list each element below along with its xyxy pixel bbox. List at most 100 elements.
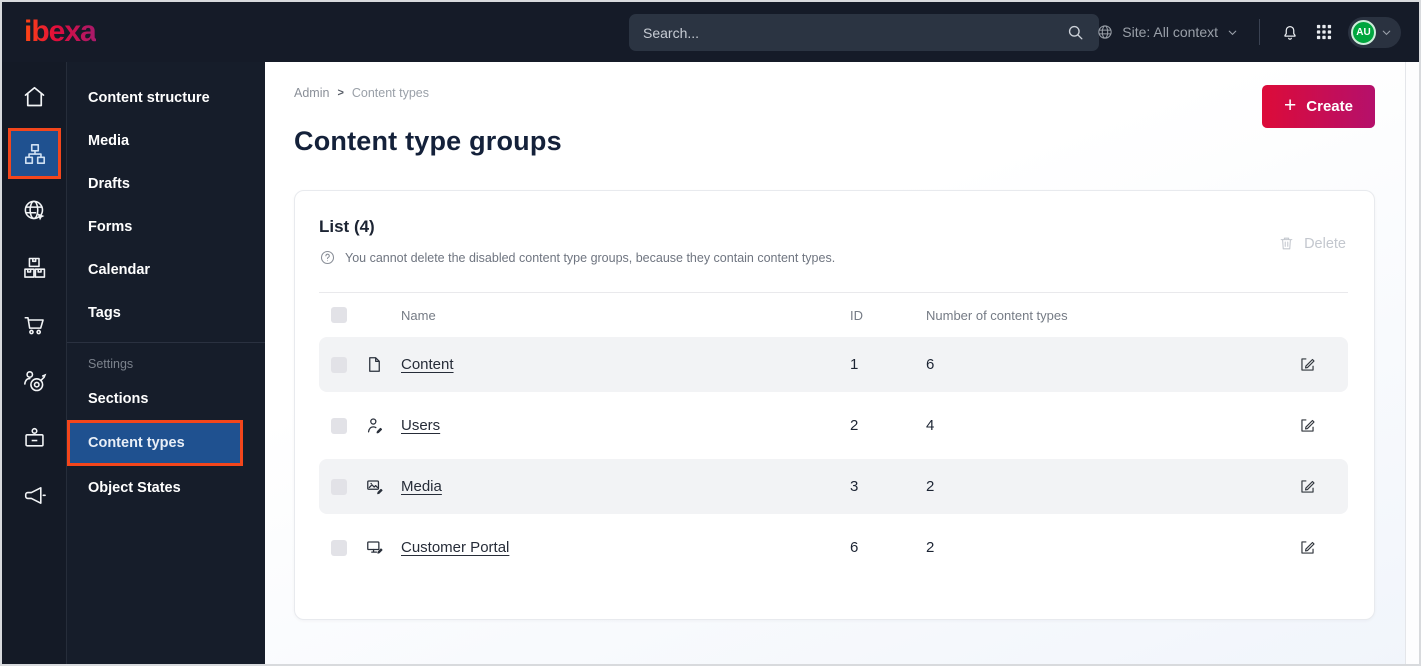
- scrollbar-track[interactable]: [1405, 62, 1419, 664]
- edit-icon: [1301, 358, 1315, 371]
- table-row: Media 3 2: [319, 459, 1348, 514]
- create-button-label: Create: [1306, 98, 1353, 115]
- column-header-count: Number of content types: [926, 307, 1068, 323]
- table-row: Users 2 4: [319, 398, 1348, 453]
- monitor-icon: [367, 541, 383, 554]
- rail-item-home[interactable]: [2, 68, 67, 125]
- group-id: 6: [850, 539, 859, 556]
- edit-button[interactable]: [1298, 536, 1322, 560]
- app-grid-icon[interactable]: [1314, 22, 1334, 42]
- rail-item-product-catalog[interactable]: [2, 239, 67, 296]
- edit-button[interactable]: [1298, 475, 1322, 499]
- sidebar-item-sections[interactable]: Sections: [67, 377, 265, 420]
- rail-item-personalization[interactable]: [2, 353, 67, 410]
- table-row: Customer Portal 6 2: [319, 520, 1348, 575]
- avatar: AU: [1351, 19, 1376, 45]
- home-icon: [24, 86, 45, 107]
- column-header-name: Name: [401, 307, 436, 323]
- breadcrumb-admin[interactable]: Admin: [294, 86, 329, 100]
- content-structure-highlight: [8, 128, 61, 179]
- list-info-text: You cannot delete the disabled content t…: [345, 250, 836, 265]
- topbar-divider: [1259, 19, 1260, 45]
- user-icon: [367, 418, 383, 434]
- group-link[interactable]: Customer Portal: [401, 539, 509, 556]
- product-catalog-icon: [24, 257, 46, 278]
- site-globe-cursor-icon: [24, 200, 45, 221]
- row-checkbox[interactable]: [331, 539, 347, 556]
- shopping-cart-icon: [24, 316, 44, 335]
- sidebar-item-object-states[interactable]: Object States: [67, 466, 265, 509]
- chevron-down-icon: [1382, 30, 1391, 35]
- rail-item-marketing[interactable]: [2, 467, 67, 524]
- create-button[interactable]: + Create: [1262, 85, 1375, 128]
- sidebar-item-calendar[interactable]: Calendar: [67, 248, 265, 291]
- personalization-target-icon: [24, 371, 47, 392]
- column-header-id: ID: [850, 307, 863, 323]
- table-header: Name ID Number of content types: [319, 293, 1348, 337]
- group-id: 1: [850, 356, 859, 373]
- app-window: ibexa Site: All context AU: [0, 0, 1421, 666]
- row-checkbox[interactable]: [331, 356, 347, 373]
- edit-icon: [1301, 541, 1315, 554]
- search-icon: [1068, 25, 1083, 40]
- row-checkbox[interactable]: [331, 417, 347, 434]
- rail-item-admin[interactable]: [2, 410, 67, 467]
- group-id: 3: [850, 478, 859, 495]
- site-context-selector[interactable]: Site: All context: [1096, 23, 1239, 41]
- sidebar-item-tags[interactable]: Tags: [67, 291, 265, 334]
- edit-button[interactable]: [1298, 353, 1322, 377]
- edit-icon: [1301, 480, 1315, 493]
- edit-icon: [1301, 419, 1315, 432]
- rail-item-commerce[interactable]: [2, 296, 67, 353]
- megaphone-icon: [24, 487, 46, 504]
- ibexa-logo[interactable]: ibexa: [24, 15, 97, 49]
- content-type-groups-card: List (4) You cannot delete the disabled …: [294, 190, 1375, 620]
- sidebar-item-content-types[interactable]: Content types: [67, 420, 243, 466]
- content-structure-icon: [24, 143, 45, 164]
- group-count: 2: [926, 539, 935, 556]
- sidebar-section-settings: Settings: [88, 357, 134, 371]
- page-title: Content type groups: [294, 126, 562, 156]
- group-count: 2: [926, 478, 935, 495]
- select-all-checkbox[interactable]: [331, 307, 347, 323]
- chevron-down-icon: [1228, 30, 1237, 35]
- list-title: List (4): [319, 217, 375, 236]
- trash-icon: [1280, 237, 1293, 250]
- notifications-bell-icon[interactable]: [1280, 22, 1300, 42]
- row-checkbox[interactable]: [331, 478, 347, 495]
- sidebar-item-media[interactable]: Media: [67, 119, 265, 162]
- search-input[interactable]: [643, 24, 1066, 41]
- image-icon: [367, 480, 383, 495]
- sidebar-item-forms[interactable]: Forms: [67, 205, 265, 248]
- topbar-actions: Site: All context AU: [1096, 2, 1401, 62]
- group-count: 6: [926, 356, 935, 373]
- sidebar-menu: Content structure Media Drafts Forms Cal…: [67, 62, 265, 664]
- icon-rail: [2, 62, 67, 664]
- delete-button[interactable]: Delete: [1278, 235, 1346, 252]
- rail-item-site[interactable]: [2, 182, 67, 239]
- user-menu[interactable]: AU: [1348, 16, 1401, 48]
- sidebar-item-content-structure[interactable]: Content structure: [67, 76, 265, 119]
- file-icon: [369, 357, 380, 372]
- global-search[interactable]: [629, 14, 1099, 51]
- main-content: + Create Admin > Content types Content t…: [265, 62, 1419, 664]
- site-context-label: Site: All context: [1122, 24, 1218, 40]
- group-link[interactable]: Content: [401, 356, 454, 373]
- table-row: Content 1 6: [319, 337, 1348, 392]
- breadcrumb: Admin > Content types: [294, 86, 1375, 100]
- sidebar-divider: [67, 342, 265, 343]
- plus-icon: +: [1284, 94, 1297, 117]
- id-badge-icon: [25, 427, 44, 447]
- edit-button[interactable]: [1298, 414, 1322, 438]
- sidebar-item-drafts[interactable]: Drafts: [67, 162, 265, 205]
- breadcrumb-separator: >: [337, 87, 344, 99]
- breadcrumb-current: Content types: [351, 86, 430, 100]
- top-bar: ibexa Site: All context AU: [2, 2, 1419, 62]
- group-link[interactable]: Media: [401, 478, 442, 495]
- rail-item-content-structure[interactable]: [2, 125, 67, 182]
- list-info: You cannot delete the disabled content t…: [319, 249, 1348, 266]
- group-link[interactable]: Users: [401, 417, 440, 434]
- delete-button-label: Delete: [1304, 235, 1346, 252]
- group-count: 4: [926, 417, 935, 434]
- question-circle-icon: [320, 250, 335, 265]
